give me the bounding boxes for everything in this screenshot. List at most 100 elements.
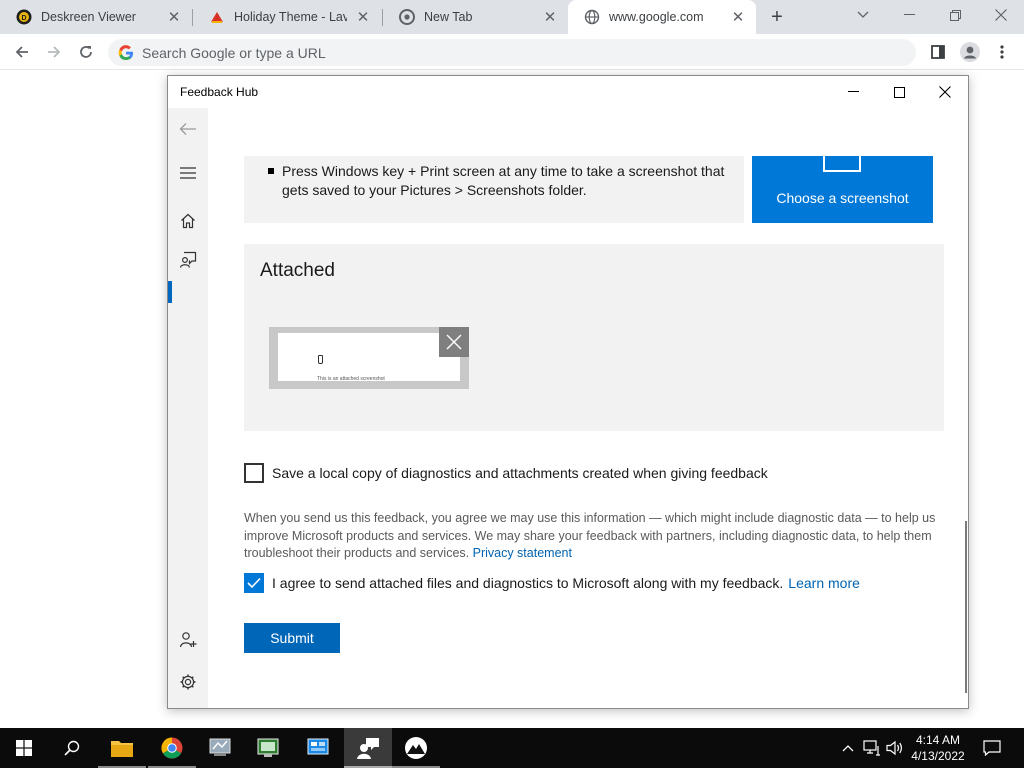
thumbnail-image: This is an attached screenshot <box>278 333 460 382</box>
taskbar: 4:14 AM 4/13/2022 <box>0 728 1024 768</box>
side-panel-button[interactable] <box>926 40 950 64</box>
feedback-hub-window: Feedback Hub Press Windows key + Print s… <box>167 75 969 709</box>
window-title: Feedback Hub <box>180 85 259 99</box>
mountain-app-icon <box>405 737 427 759</box>
tab-title: New Tab <box>424 10 473 24</box>
close-icon <box>995 9 1007 21</box>
nav-account[interactable] <box>168 622 208 658</box>
monitor-app-icon <box>209 738 231 756</box>
taskbar-chrome[interactable] <box>148 728 196 768</box>
nav-home[interactable] <box>168 203 208 239</box>
tab-title: Deskreen Viewer <box>41 10 136 24</box>
taskbar-app-monitor[interactable] <box>196 728 244 768</box>
network-button[interactable] <box>862 738 882 758</box>
windows-icon <box>16 740 32 756</box>
close-icon[interactable]: ✕ <box>353 7 373 27</box>
omnibox-input[interactable] <box>142 44 842 61</box>
back-button[interactable] <box>168 111 208 147</box>
speaker-icon <box>886 740 902 756</box>
volume-button[interactable] <box>885 738 905 758</box>
minimize-icon <box>847 91 859 92</box>
close-icon[interactable]: ✕ <box>540 7 560 27</box>
search-button[interactable] <box>48 728 96 768</box>
back-button[interactable] <box>10 40 34 64</box>
clock-time: 4:14 AM <box>915 733 961 747</box>
screenshot-frame-icon <box>823 156 861 172</box>
add-person-icon <box>179 632 197 648</box>
close-icon[interactable]: ✕ <box>164 7 184 27</box>
nav-feedback[interactable] <box>168 242 208 278</box>
control-panel-icon <box>307 738 329 755</box>
svg-text:D: D <box>21 15 26 22</box>
close-icon[interactable]: ✕ <box>728 7 748 27</box>
notification-icon <box>983 740 1001 756</box>
holiday-theme-icon <box>209 9 225 25</box>
forward-button[interactable] <box>42 40 66 64</box>
attached-heading: Attached <box>260 260 335 281</box>
thumbnail-caption: This is an attached screenshot <box>317 376 385 382</box>
reload-icon <box>80 46 92 58</box>
avatar-icon <box>960 42 980 62</box>
privacy-statement-link[interactable]: Privacy statement <box>473 546 572 560</box>
close-icon <box>446 334 462 350</box>
tab-new-tab[interactable]: New Tab ✕ <box>383 0 568 34</box>
minimize-button[interactable] <box>830 76 876 108</box>
network-icon <box>863 740 880 756</box>
attachment-thumbnail[interactable]: This is an attached screenshot <box>269 327 469 389</box>
taskbar-app-mountain[interactable] <box>392 728 440 768</box>
agree-checkbox[interactable] <box>244 573 264 593</box>
learn-more-link[interactable]: Learn more <box>788 575 860 591</box>
instruction-bullet: Press Windows key + Print screen at any … <box>268 162 728 200</box>
reload-button[interactable] <box>74 40 98 64</box>
hamburger-menu-button[interactable] <box>168 155 208 191</box>
maximize-button[interactable] <box>876 76 922 108</box>
save-local-copy-row[interactable]: Save a local copy of diagnostics and att… <box>244 463 768 483</box>
kebab-menu-icon <box>1000 45 1004 59</box>
attached-section: Attached This is an attached screenshot <box>244 244 944 431</box>
chevron-down-icon <box>857 11 869 18</box>
system-clock[interactable]: 4:14 AM 4/13/2022 <box>903 732 973 764</box>
taskbar-app-control[interactable] <box>294 728 342 768</box>
taskbar-feedback-hub[interactable] <box>344 728 392 768</box>
google-icon <box>118 44 133 60</box>
folder-icon <box>111 741 133 757</box>
feedback-icon <box>179 251 197 268</box>
arrow-right-icon <box>48 46 61 58</box>
tab-holiday-theme[interactable]: Holiday Theme - Lavasoft ✕ <box>193 0 381 34</box>
screenshot-instructions-card: Press Windows key + Print screen at any … <box>244 156 744 223</box>
remove-attachment-button[interactable] <box>439 327 469 357</box>
browser-close-button[interactable] <box>978 0 1024 30</box>
cursor-icon <box>318 355 323 364</box>
show-hidden-icons-button[interactable] <box>838 738 858 758</box>
choose-screenshot-button[interactable]: Choose a screenshot <box>752 156 933 223</box>
browser-restore-button[interactable] <box>932 0 978 30</box>
search-icon <box>64 740 80 756</box>
notification-center-button[interactable] <box>982 738 1002 758</box>
agree-row[interactable]: I agree to send attached files and diagn… <box>244 573 860 593</box>
start-button[interactable] <box>0 728 48 768</box>
nav-settings[interactable] <box>168 664 208 700</box>
navigation-rail <box>168 108 208 708</box>
tab-deskreen-viewer[interactable]: D Deskreen Viewer ✕ <box>0 0 192 34</box>
profile-button[interactable] <box>958 40 982 64</box>
hamburger-icon <box>180 167 196 179</box>
menu-button[interactable] <box>990 40 1014 64</box>
save-local-copy-checkbox[interactable] <box>244 463 264 483</box>
submit-button[interactable]: Submit <box>244 623 340 653</box>
taskbar-app-screen[interactable] <box>244 728 292 768</box>
browser-tab-strip: D Deskreen Viewer ✕ Holiday Theme - Lava… <box>0 0 1024 34</box>
save-local-copy-label: Save a local copy of diagnostics and att… <box>272 465 768 481</box>
agree-label: I agree to send attached files and diagn… <box>272 575 784 591</box>
tab-search-button[interactable] <box>840 0 886 30</box>
chrome-icon <box>161 737 183 759</box>
omnibox[interactable] <box>108 39 916 66</box>
instruction-text: Press Windows key + Print screen at any … <box>282 163 725 198</box>
tab-google[interactable]: www.google.com ✕ <box>568 0 756 34</box>
home-icon <box>181 213 195 229</box>
scrollbar[interactable] <box>965 521 967 693</box>
close-button[interactable] <box>922 76 968 108</box>
taskbar-file-explorer[interactable] <box>98 728 146 768</box>
checkmark-icon <box>247 577 261 589</box>
browser-minimize-button[interactable] <box>886 0 932 30</box>
new-tab-button[interactable]: + <box>766 6 788 28</box>
